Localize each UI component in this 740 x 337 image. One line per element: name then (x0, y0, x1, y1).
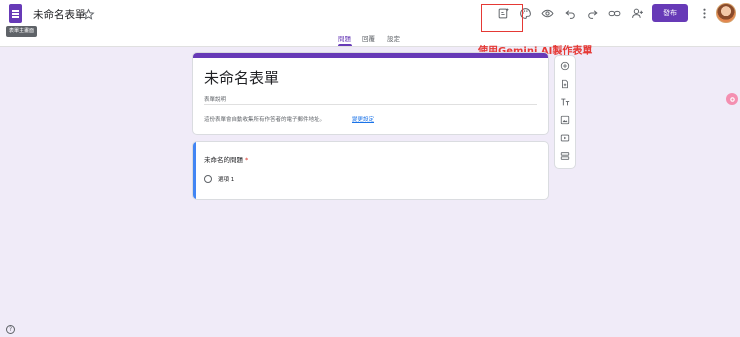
document-title[interactable]: 未命名表單 (33, 7, 86, 22)
active-question-accent (193, 142, 196, 199)
form-description-field[interactable]: 表單說明 (204, 95, 226, 103)
star-icon[interactable] (79, 5, 97, 23)
more-vert-icon[interactable] (695, 4, 713, 22)
tab-settings[interactable]: 設定 (387, 33, 400, 43)
annotation-highlight-box (481, 4, 523, 32)
header-accent-band (193, 53, 548, 58)
add-image-icon[interactable] (557, 112, 573, 128)
undo-icon[interactable] (561, 4, 579, 22)
floating-assistant-icon[interactable] (726, 93, 738, 105)
form-header-card: 未命名表單 表單說明 這份表單會自動收集所有作答者的電子郵件地址。 變更設定 (192, 52, 549, 135)
form-tabs: 問題 回覆 設定 (0, 33, 740, 46)
tab-responses[interactable]: 回覆 (362, 33, 375, 43)
link-icon[interactable] (605, 4, 623, 22)
change-settings-link[interactable]: 變更設定 (352, 115, 374, 123)
redo-icon[interactable] (583, 4, 601, 22)
required-asterisk: * (245, 156, 249, 164)
add-section-icon[interactable] (557, 148, 573, 164)
option-label: 選項 1 (218, 177, 235, 183)
import-questions-icon[interactable] (557, 76, 573, 92)
add-video-icon[interactable] (557, 130, 573, 146)
top-app-bar: 未命名表單 發布 問題 回覆 設定 (0, 0, 740, 47)
add-collaborator-icon[interactable] (628, 4, 646, 22)
form-title-field[interactable]: 未命名表單 (204, 67, 279, 88)
home-tooltip: 表單主畫面 (6, 26, 38, 37)
preview-eye-icon[interactable] (538, 4, 556, 22)
add-question-icon[interactable] (557, 58, 573, 74)
publish-button[interactable]: 發布 (652, 4, 688, 22)
question-card[interactable]: 未命名的問題 * 選項 1 (192, 141, 549, 200)
help-icon[interactable]: ? (6, 325, 15, 334)
email-collection-note: 這份表單會自動收集所有作答者的電子郵件地址。 (204, 117, 326, 123)
radio-button[interactable] (204, 175, 212, 183)
question-title: 未命名的問題 * (204, 154, 248, 164)
question-side-toolbar (554, 55, 576, 169)
add-title-icon[interactable] (557, 94, 573, 110)
tab-questions[interactable]: 問題 (338, 33, 351, 43)
avatar[interactable] (716, 3, 736, 23)
description-underline (204, 104, 537, 105)
active-tab-indicator (338, 44, 352, 46)
question-title-text: 未命名的問題 (204, 156, 243, 164)
google-forms-logo-icon[interactable] (9, 4, 22, 23)
